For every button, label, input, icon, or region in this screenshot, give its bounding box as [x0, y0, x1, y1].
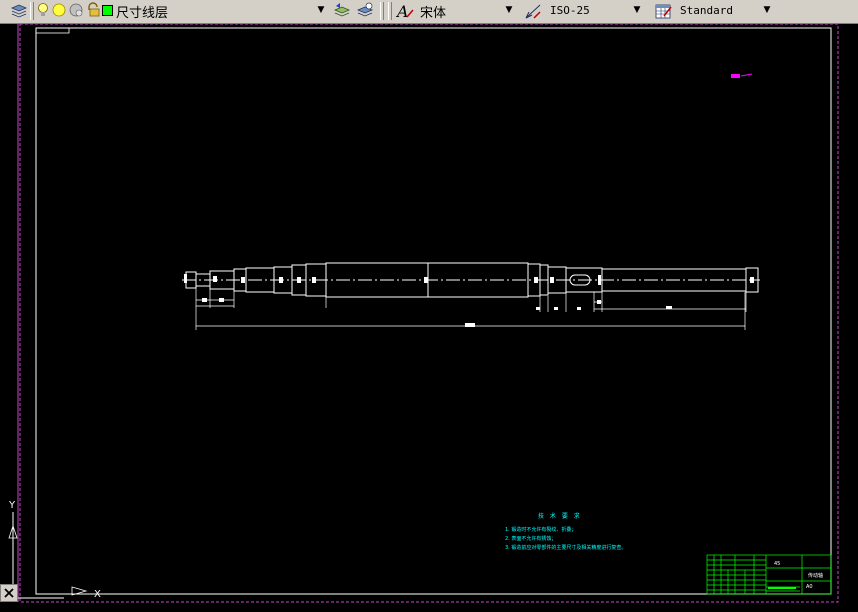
- freeze-icon[interactable]: [68, 2, 84, 22]
- ucs-x-label: X: [94, 589, 101, 600]
- table-style-icon[interactable]: [654, 2, 672, 20]
- dim-value: [666, 306, 672, 309]
- dimension-values: [184, 274, 754, 327]
- dim-value: [554, 307, 558, 310]
- dim-value: [312, 277, 316, 283]
- drawing-svg: [17, 24, 839, 603]
- dim-value: [536, 307, 540, 310]
- tech-requirement-item: 3. 锻造前应对零部件的主要尺寸及相关精度进行复查。: [505, 545, 627, 551]
- dim-style-dropdown[interactable]: ISO-25 ▼: [546, 1, 646, 20]
- title-block-fill: [768, 587, 796, 589]
- drawing-border: [35, 27, 832, 595]
- svg-text:A: A: [396, 2, 409, 20]
- dim-value: [465, 323, 475, 327]
- toolbar: 尺寸线层 ▼ A 宋体 ▼ ISO-25 ▼ Standard ▼: [0, 0, 858, 24]
- shaft-drawing: [182, 262, 760, 330]
- table-style-dropdown[interactable]: Standard ▼: [676, 1, 776, 20]
- text-style-value: 宋体: [420, 6, 447, 21]
- text-style-dropdown[interactable]: 宋体 ▼: [416, 1, 518, 21]
- close-button[interactable]: [0, 584, 18, 602]
- tech-requirement-item: 2. 表面不允许有锈蚀；: [505, 536, 557, 542]
- ucs-y-label: Y: [8, 500, 16, 511]
- toolbar-grip[interactable]: [380, 2, 384, 20]
- table-style-value: Standard: [680, 4, 733, 17]
- marker-mark: [731, 74, 740, 78]
- dim-style-icon[interactable]: [524, 2, 542, 20]
- close-icon: [4, 588, 14, 598]
- current-layer-name: 尺寸线层: [116, 6, 169, 21]
- dim-value: [184, 274, 187, 283]
- sun-icon[interactable]: [51, 2, 67, 22]
- dim-value: [279, 277, 283, 283]
- layer-color-swatch: [102, 5, 113, 16]
- dim-value: [213, 276, 217, 282]
- border-tab: [35, 27, 70, 34]
- layer-states-icon[interactable]: [356, 2, 374, 20]
- title-block-columns: [713, 555, 767, 594]
- dimension-lines: [196, 299, 746, 310]
- lock-icon[interactable]: [85, 2, 101, 22]
- toolbar-grip[interactable]: [388, 2, 392, 20]
- chevron-down-icon[interactable]: ▼: [314, 2, 328, 18]
- chevron-down-icon[interactable]: ▼: [502, 2, 516, 18]
- ucs-icon: Y X: [8, 500, 101, 600]
- title-block-sheet-size: A0: [806, 584, 813, 590]
- dim-value: [219, 298, 224, 302]
- layers-icon[interactable]: [10, 2, 28, 20]
- title-block-material: 45: [774, 561, 781, 567]
- dim-value: [534, 277, 538, 283]
- dim-style-value: ISO-25: [550, 4, 590, 17]
- dim-value: [598, 275, 601, 285]
- tech-requirements-title: 技 术 要 求: [538, 513, 582, 520]
- dim-value: [550, 277, 554, 283]
- title-block-rows: [707, 559, 766, 591]
- chevron-down-icon[interactable]: ▼: [760, 2, 774, 18]
- dim-value: [202, 298, 207, 302]
- lightbulb-icon[interactable]: [36, 2, 50, 22]
- chevron-down-icon[interactable]: ▼: [630, 2, 644, 18]
- dim-value: [424, 277, 428, 283]
- tech-requirement-item: 1. 锻造时不允许有裂纹、折叠；: [505, 527, 577, 533]
- text-style-icon[interactable]: A: [395, 2, 414, 21]
- dim-value: [597, 300, 601, 304]
- dim-value: [297, 277, 301, 283]
- marker-leader: [740, 73, 753, 77]
- dim-value: [577, 307, 581, 310]
- paper-boundary: [19, 24, 839, 603]
- title-block-part-name: 传动轴: [808, 573, 824, 579]
- layer-previous-icon[interactable]: [333, 2, 351, 20]
- layer-dropdown[interactable]: 尺寸线层 ▼: [34, 1, 330, 22]
- drawing-canvas[interactable]: 技 术 要 求 1. 锻造时不允许有裂纹、折叠； 2. 表面不允许有锈蚀； 3.…: [0, 24, 858, 612]
- dim-value: [750, 277, 754, 283]
- dim-value: [241, 277, 245, 283]
